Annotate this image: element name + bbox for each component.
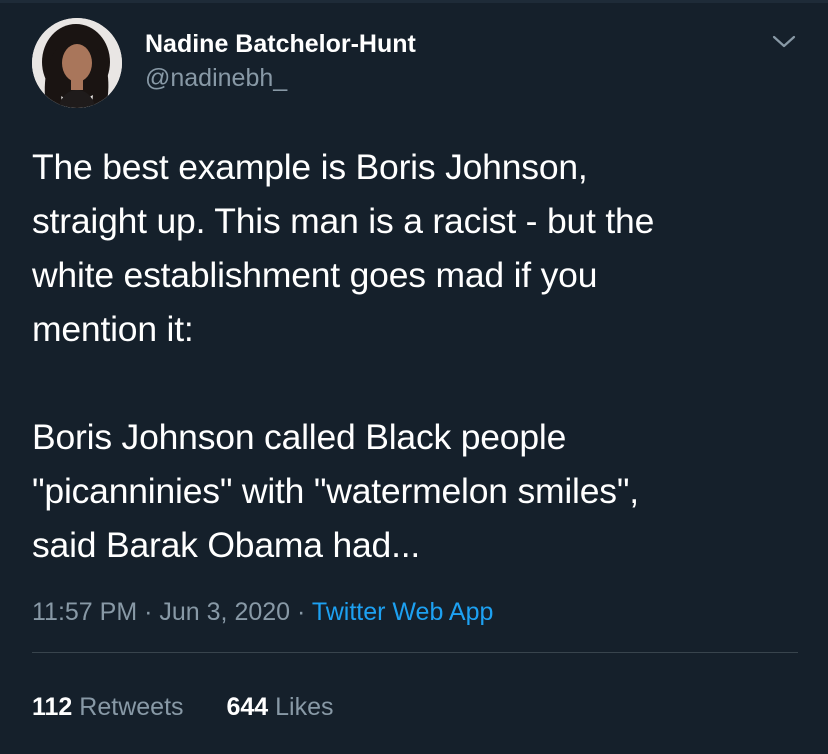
author-display-name[interactable]: Nadine Batchelor-Hunt — [145, 30, 416, 59]
more-options-button[interactable] — [768, 30, 800, 54]
avatar[interactable] — [32, 18, 122, 108]
tweet-meta: 11:57 PM · Jun 3, 2020 · Twitter Web App — [32, 598, 493, 627]
author-handle[interactable]: @nadinebh_ — [145, 64, 287, 93]
tweet-stats: 112 Retweets 644 Likes — [32, 693, 334, 722]
retweets-stat[interactable]: 112 Retweets — [32, 693, 184, 722]
tweet-text: The best example is Boris Johnson, strai… — [32, 147, 655, 565]
meta-separator: · — [297, 598, 306, 626]
chevron-down-icon — [772, 35, 796, 48]
tweet-date[interactable]: Jun 3, 2020 — [159, 598, 290, 626]
tweet-source-link[interactable]: Twitter Web App — [312, 598, 494, 626]
top-divider — [0, 0, 828, 3]
likes-stat[interactable]: 644 Likes — [226, 693, 333, 722]
likes-label: Likes — [275, 693, 334, 721]
meta-separator: · — [144, 598, 153, 626]
retweets-count: 112 — [32, 693, 73, 721]
tweet-time[interactable]: 11:57 PM — [32, 598, 137, 626]
stats-divider — [32, 652, 798, 653]
likes-count: 644 — [226, 693, 269, 721]
retweets-label: Retweets — [79, 693, 184, 721]
